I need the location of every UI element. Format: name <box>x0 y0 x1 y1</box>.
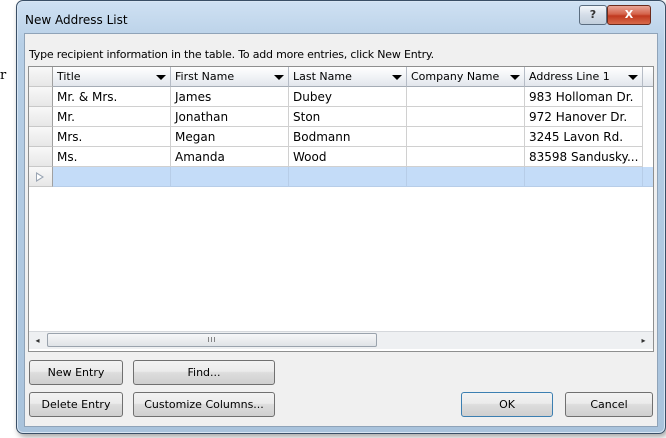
column-dropdown-icon[interactable] <box>274 75 284 80</box>
table-cell[interactable]: Mrs. <box>53 127 171 147</box>
column-header-overflow <box>643 67 653 87</box>
table-cell[interactable]: Wood <box>289 147 407 167</box>
table-cell[interactable]: Amanda <box>171 147 289 167</box>
title-bar[interactable]: New Address List ? X <box>17 1 665 33</box>
new-row-cell[interactable] <box>53 167 171 187</box>
horizontal-scrollbar[interactable]: ◂ III ▸ <box>29 331 653 349</box>
column-header-title[interactable]: Title <box>53 67 171 87</box>
close-icon: X <box>624 8 634 21</box>
new-row-cell[interactable] <box>643 167 653 187</box>
column-header-label: Last Name <box>293 70 352 83</box>
new-row-selector[interactable] <box>29 167 53 187</box>
recipient-table: Title First Name Last Name Company Name … <box>28 66 654 352</box>
scrollbar-thumb[interactable]: III <box>47 333 377 347</box>
delete-entry-button[interactable]: Delete Entry <box>29 392 123 417</box>
table-cell[interactable]: 983 Holloman Dr. <box>525 87 643 107</box>
ok-button[interactable]: OK <box>461 392 553 417</box>
find-button[interactable]: Find... <box>133 360 275 385</box>
new-address-list-dialog: New Address List ? X Type recipient info… <box>16 0 666 434</box>
table-cell[interactable]: Ms. <box>53 147 171 167</box>
column-dropdown-icon[interactable] <box>156 75 166 80</box>
dialog-title: New Address List <box>25 13 128 27</box>
row-selector[interactable] <box>29 127 53 147</box>
column-header-first-name[interactable]: First Name <box>171 67 289 87</box>
table-cell[interactable]: Megan <box>171 127 289 147</box>
row-selector[interactable] <box>29 147 53 167</box>
column-header-last-name[interactable]: Last Name <box>289 67 407 87</box>
instruction-text: Type recipient information in the table.… <box>29 48 434 61</box>
help-icon: ? <box>589 8 597 21</box>
close-button[interactable]: X <box>607 5 651 25</box>
table-cell[interactable]: 3245 Lavon Rd. <box>525 127 643 147</box>
column-dropdown-icon[interactable] <box>510 75 520 80</box>
table-cell[interactable] <box>407 87 525 107</box>
help-button[interactable]: ? <box>579 5 607 25</box>
new-row-arrow-icon <box>36 172 44 182</box>
new-row-cell[interactable] <box>171 167 289 187</box>
dialog-body: Type recipient information in the table.… <box>24 33 658 427</box>
cancel-button[interactable]: Cancel <box>565 392 653 417</box>
new-row-cell[interactable] <box>525 167 643 187</box>
table-cell[interactable]: Bodmann <box>289 127 407 147</box>
new-row-cell[interactable] <box>289 167 407 187</box>
table-cell[interactable]: Mr. <box>53 107 171 127</box>
table-cell[interactable] <box>407 127 525 147</box>
scroll-left-icon[interactable]: ◂ <box>29 332 46 349</box>
new-row-cell[interactable] <box>407 167 525 187</box>
table-cell[interactable]: Jonathan <box>171 107 289 127</box>
new-entry-button[interactable]: New Entry <box>29 360 123 385</box>
table-cell[interactable]: 83598 Sandusky... <box>525 147 643 167</box>
column-header-address-line-1[interactable]: Address Line 1 <box>525 67 643 87</box>
row-selector[interactable] <box>29 87 53 107</box>
scroll-right-icon[interactable]: ▸ <box>635 332 652 349</box>
customize-columns-button[interactable]: Customize Columns... <box>133 392 275 417</box>
column-dropdown-icon[interactable] <box>628 75 638 80</box>
table-cell[interactable] <box>407 107 525 127</box>
column-header-label: Address Line 1 <box>529 70 610 83</box>
column-header-label: Company Name <box>411 70 500 83</box>
header-corner <box>29 67 53 87</box>
row-selector[interactable] <box>29 107 53 127</box>
table-cell[interactable]: James <box>171 87 289 107</box>
column-dropdown-icon[interactable] <box>392 75 402 80</box>
table-cell[interactable]: Dubey <box>289 87 407 107</box>
grip-icon: III <box>207 336 217 344</box>
column-header-label: First Name <box>175 70 235 83</box>
table-cell[interactable] <box>407 147 525 167</box>
table-cell[interactable]: Ston <box>289 107 407 127</box>
column-header-label: Title <box>57 70 81 83</box>
table-cell[interactable]: Mr. & Mrs. <box>53 87 171 107</box>
table-cell[interactable]: 972 Hanover Dr. <box>525 107 643 127</box>
column-header-company-name[interactable]: Company Name <box>407 67 525 87</box>
